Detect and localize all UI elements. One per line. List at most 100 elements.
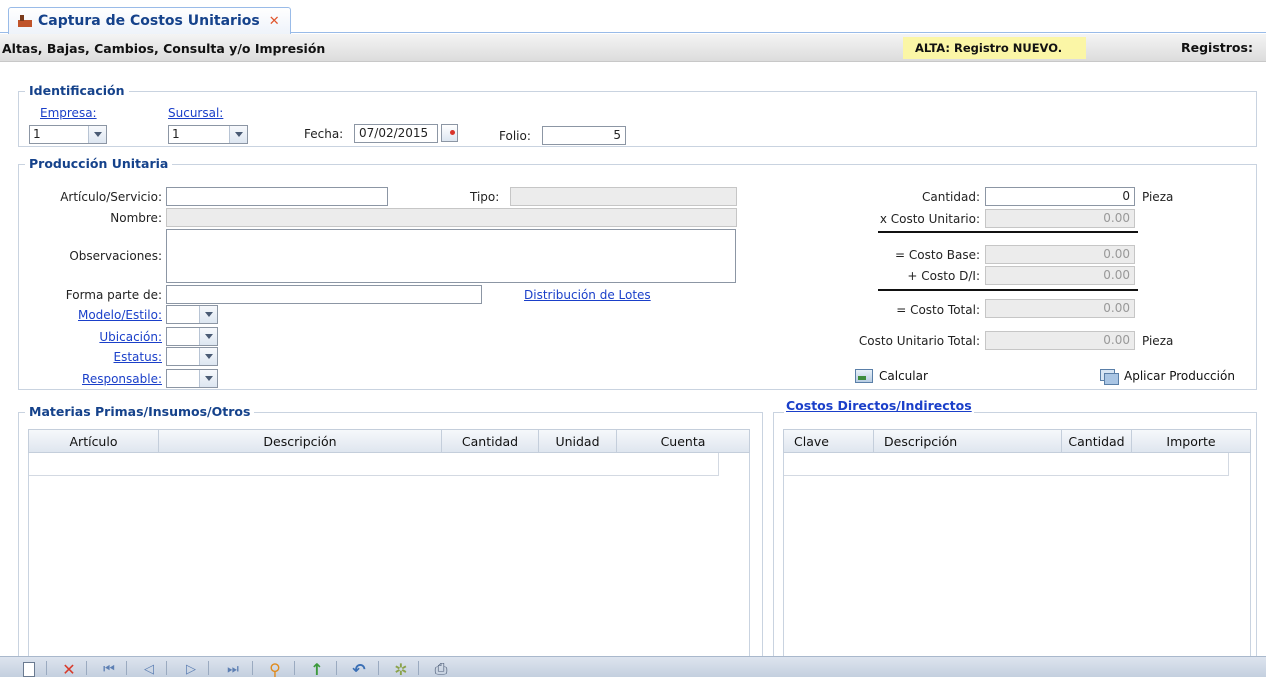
tipo-field bbox=[510, 187, 737, 206]
costo-total-field: 0.00 bbox=[985, 299, 1135, 318]
calendar-icon[interactable] bbox=[441, 124, 458, 142]
separator bbox=[252, 661, 253, 675]
chevron-down-icon[interactable] bbox=[199, 328, 217, 345]
estatus-link[interactable]: Estatus: bbox=[20, 350, 163, 364]
col-unidad[interactable]: Unidad bbox=[539, 430, 617, 452]
delete-icon[interactable]: ✕ bbox=[58, 660, 80, 677]
nombre-field bbox=[166, 208, 737, 227]
sucursal-value: 1 bbox=[172, 127, 180, 141]
process-icon[interactable]: ✲ bbox=[390, 660, 412, 677]
modelo-link[interactable]: Modelo/Estilo: bbox=[20, 308, 162, 322]
chevron-down-icon[interactable] bbox=[199, 370, 217, 387]
observaciones-textarea[interactable] bbox=[166, 229, 736, 283]
col-clave[interactable]: Clave bbox=[784, 430, 874, 452]
fecha-label: Fecha: bbox=[304, 127, 344, 141]
first-record-icon[interactable]: ⏮ bbox=[98, 660, 120, 677]
cantidad-unit: Pieza bbox=[1142, 190, 1174, 204]
tab-captura-costos[interactable]: Captura de Costos Unitarios ✕ bbox=[8, 7, 291, 34]
tipo-label: Tipo: bbox=[470, 190, 500, 204]
costos-di-link[interactable]: Costos Directos/Indirectos bbox=[784, 398, 974, 413]
articulo-label: Artículo/Servicio: bbox=[60, 190, 162, 204]
search-icon[interactable]: ⚲ bbox=[264, 660, 286, 677]
costo-di-field: 0.00 bbox=[985, 266, 1135, 285]
aplicar-produccion-button[interactable]: Aplicar Producción bbox=[1100, 369, 1235, 385]
costo-di-label: + Costo D/I: bbox=[907, 269, 980, 283]
bottom-toolbar: ✕ ⏮ ◁ ▷ ⏭ ⚲ ↑ ↶ ✲ ⎙ bbox=[0, 656, 1266, 677]
new-document-icon[interactable] bbox=[18, 660, 40, 677]
ubicacion-combo[interactable] bbox=[166, 327, 218, 346]
cantidad-field[interactable]: 0 bbox=[985, 187, 1135, 206]
col-descripcion[interactable]: Descripción bbox=[159, 430, 442, 452]
costo-total-label: = Costo Total: bbox=[896, 303, 980, 317]
sucursal-link[interactable]: Sucursal: bbox=[168, 106, 223, 120]
col-cantidad[interactable]: Cantidad bbox=[1062, 430, 1132, 452]
chevron-down-icon[interactable] bbox=[199, 306, 217, 323]
separator bbox=[46, 661, 47, 675]
save-icon[interactable]: ↑ bbox=[306, 660, 328, 677]
separator bbox=[126, 661, 127, 675]
header-title: Altas, Bajas, Cambios, Consulta y/o Impr… bbox=[2, 41, 326, 56]
previous-record-icon[interactable]: ◁ bbox=[138, 660, 160, 677]
costo-unitario-field: 0.00 bbox=[985, 209, 1135, 228]
forma-parte-field[interactable] bbox=[166, 285, 482, 304]
modelo-combo[interactable] bbox=[166, 305, 218, 324]
col-articulo[interactable]: Artículo bbox=[29, 430, 159, 452]
col-importe[interactable]: Importe bbox=[1132, 430, 1250, 452]
close-tab-icon[interactable]: ✕ bbox=[269, 14, 280, 29]
last-record-icon[interactable]: ⏭ bbox=[222, 660, 244, 677]
cantidad-label: Cantidad: bbox=[921, 190, 980, 204]
separator bbox=[166, 661, 167, 675]
produccion-legend: Producción Unitaria bbox=[25, 156, 173, 171]
apply-icon bbox=[1100, 369, 1119, 385]
separator bbox=[378, 661, 379, 675]
responsable-combo[interactable] bbox=[166, 369, 218, 388]
empresa-value: 1 bbox=[33, 127, 41, 141]
chevron-down-icon[interactable] bbox=[199, 348, 217, 365]
identificacion-legend: Identificación bbox=[25, 83, 129, 98]
sucursal-combo[interactable]: 1 bbox=[168, 125, 248, 144]
separator bbox=[294, 661, 295, 675]
undo-icon[interactable]: ↶ bbox=[348, 660, 370, 677]
records-label: Registros: bbox=[1181, 40, 1253, 55]
separator bbox=[86, 661, 87, 675]
materias-grid-header: Artículo Descripción Cantidad Unidad Cue… bbox=[28, 429, 750, 453]
col-cantidad[interactable]: Cantidad bbox=[442, 430, 539, 452]
costo-base-label: = Costo Base: bbox=[895, 248, 980, 262]
articulo-field[interactable] bbox=[166, 187, 388, 206]
costos-di-grid-body bbox=[783, 453, 1251, 656]
fecha-field[interactable]: 07/02/2015 bbox=[354, 124, 438, 143]
chevron-down-icon[interactable] bbox=[229, 126, 247, 143]
nombre-label: Nombre: bbox=[110, 211, 162, 225]
estatus-combo[interactable] bbox=[166, 347, 218, 366]
costo-base-field: 0.00 bbox=[985, 245, 1135, 264]
empresa-link[interactable]: Empresa: bbox=[40, 106, 97, 120]
costo-unitario-total-field: 0.00 bbox=[985, 331, 1135, 350]
calcular-label: Calcular bbox=[879, 369, 928, 383]
col-cuenta[interactable]: Cuenta bbox=[617, 430, 749, 452]
observaciones-label: Observaciones: bbox=[69, 249, 162, 263]
costos-di-grid-header: Clave Descripción Cantidad Importe bbox=[783, 429, 1251, 453]
print-icon[interactable]: ⎙ bbox=[430, 659, 452, 677]
factory-icon bbox=[17, 14, 33, 28]
divider bbox=[878, 231, 1138, 233]
separator bbox=[208, 661, 209, 675]
col-descripcion[interactable]: Descripción bbox=[874, 430, 1062, 452]
costo-unitario-total-label: Costo Unitario Total: bbox=[858, 334, 980, 348]
ubicacion-link[interactable]: Ubicación: bbox=[20, 330, 162, 344]
folio-field[interactable]: 5 bbox=[542, 126, 626, 145]
folio-label: Folio: bbox=[499, 129, 531, 143]
materias-grid-body bbox=[28, 453, 750, 656]
distribucion-lotes-link[interactable]: Distribución de Lotes bbox=[524, 288, 651, 302]
status-badge: ALTA: Registro NUEVO. bbox=[903, 37, 1086, 59]
calcular-button[interactable]: Calcular bbox=[855, 369, 928, 383]
separator bbox=[418, 661, 419, 675]
empresa-combo[interactable]: 1 bbox=[29, 125, 107, 144]
next-record-icon[interactable]: ▷ bbox=[180, 660, 202, 677]
responsable-link[interactable]: Responsable: bbox=[20, 372, 162, 386]
forma-parte-label: Forma parte de: bbox=[65, 288, 162, 302]
chevron-down-icon[interactable] bbox=[88, 126, 106, 143]
costo-unitario-total-unit: Pieza bbox=[1142, 334, 1174, 348]
tab-title: Captura de Costos Unitarios bbox=[38, 13, 260, 29]
aplicar-label: Aplicar Producción bbox=[1124, 369, 1235, 383]
calculate-icon bbox=[855, 369, 873, 383]
